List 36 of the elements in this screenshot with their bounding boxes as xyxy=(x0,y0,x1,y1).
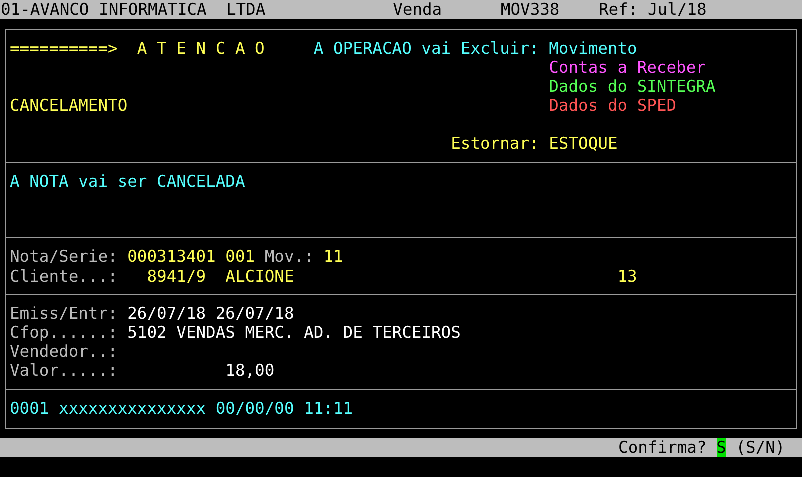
field-value: 001 xyxy=(226,247,256,267)
field-label: Emiss/Entr: xyxy=(10,304,118,324)
confirm-prompt: Confirma? xyxy=(618,438,707,458)
field-value: 8941/9 xyxy=(147,266,206,286)
arrow-text: ==========> xyxy=(10,38,118,58)
field-label: Vendedor..: xyxy=(10,342,118,362)
field-value: 26/07/18 xyxy=(128,304,206,324)
field-value: 11 xyxy=(324,247,344,267)
field-value: 5102 VENDAS MERC. AD. DE TERCEIROS xyxy=(128,323,461,342)
reverse-label: Estornar: xyxy=(451,134,540,154)
field-value: 18,00 xyxy=(226,361,275,380)
field-label: Mov.: xyxy=(264,247,314,267)
delete-item: Contas a Receber xyxy=(549,58,706,77)
module-name: Venda xyxy=(393,0,442,20)
delete-label: A OPERACAO vai Excluir: xyxy=(314,38,540,58)
field-label: Nota/Serie: xyxy=(10,247,118,267)
field-value: 26/07/18 xyxy=(216,304,294,324)
message-text: A NOTA vai ser CANCELADA xyxy=(10,172,246,191)
field-label: Cfop......: xyxy=(10,323,118,342)
delete-item: Movimento xyxy=(549,38,638,58)
field-label: Valor.....: xyxy=(10,361,118,380)
warning-title: A T E N C A O xyxy=(137,38,265,58)
company-name: 01-AVANCO INFORMATICA LTDA xyxy=(1,0,266,20)
field-value: ALCIONE xyxy=(226,266,294,286)
delete-item: Dados do SPED xyxy=(549,96,677,115)
reverse-value: ESTOQUE xyxy=(549,134,618,154)
program-code: MOV338 xyxy=(500,0,560,20)
field-value: 13 xyxy=(618,266,638,286)
field-value: 000313401 xyxy=(128,247,216,267)
options-hint: (S/N) xyxy=(736,438,786,458)
reference-label: Ref: Jul/18 xyxy=(598,0,707,20)
operation-label: CANCELAMENTO xyxy=(10,96,128,115)
log-entry: 0001 xxxxxxxxxxxxxxx 00/00/00 11:11 xyxy=(10,399,354,418)
field-label: Cliente...: xyxy=(10,266,118,286)
answer-input[interactable]: S xyxy=(716,438,726,458)
delete-item: Dados do SINTEGRA xyxy=(549,76,716,96)
